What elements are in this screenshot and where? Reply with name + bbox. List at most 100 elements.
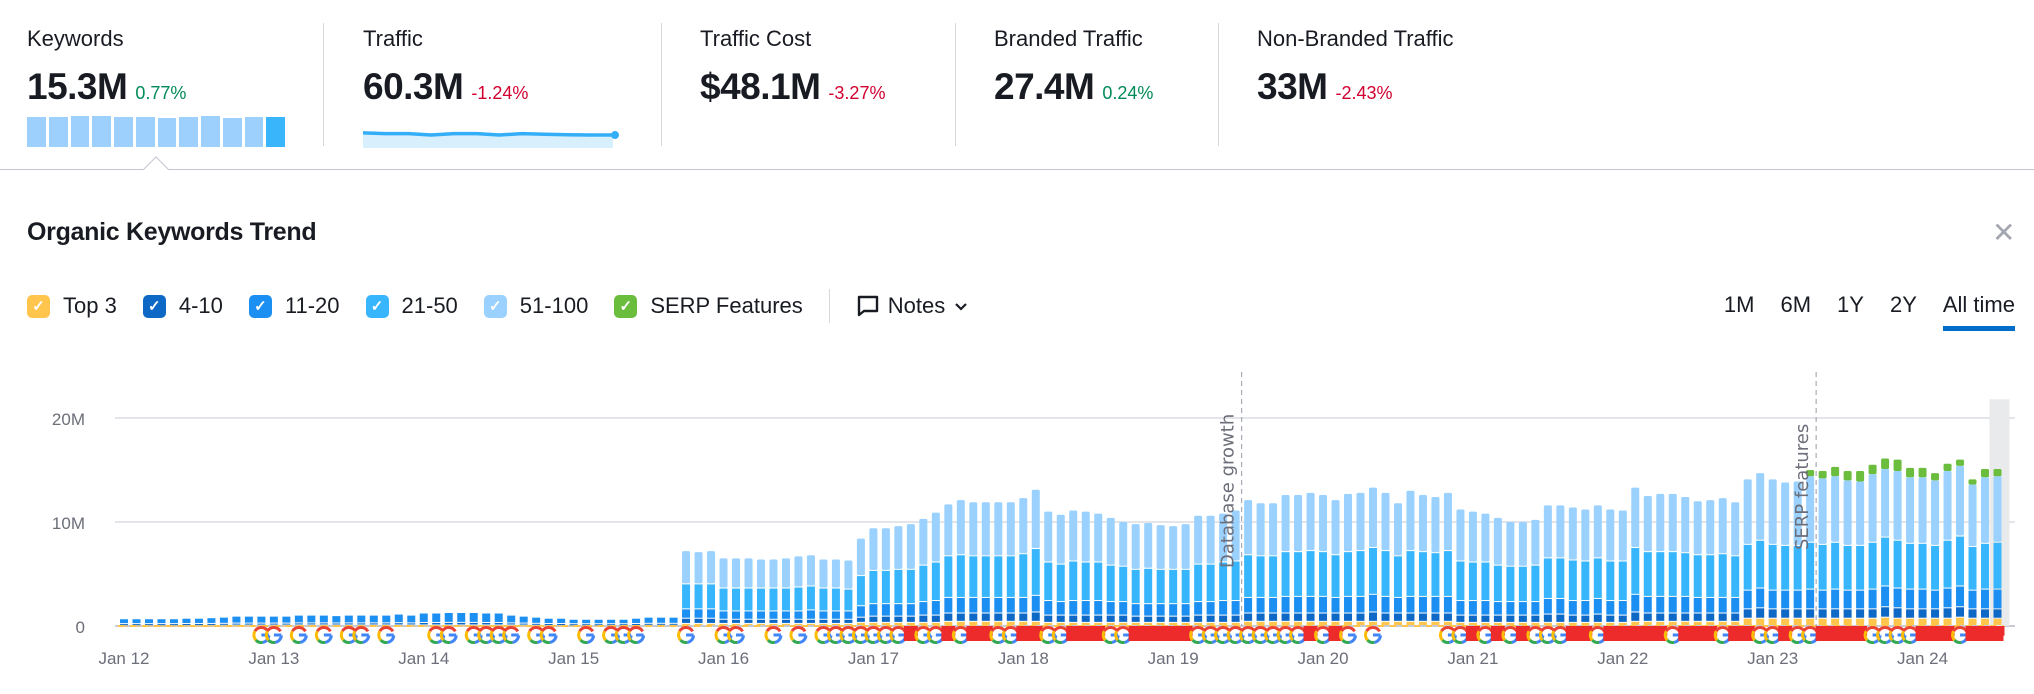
legend-serp-features[interactable]: ✓ SERP Features	[614, 293, 803, 319]
google-arc	[628, 626, 644, 633]
google-arc	[1041, 638, 1050, 644]
bar-segment-top-3	[1369, 621, 1377, 625]
bar-segment-4-10	[144, 624, 153, 626]
sparkline-bar	[135, 116, 155, 147]
bar-segment-21-50	[819, 588, 828, 611]
metric-value: 27.4M	[994, 66, 1095, 107]
checkbox-checked-icon[interactable]: ✓	[27, 294, 50, 318]
metric-branded-traffic[interactable]: Branded Traffic 27.4M 0.24%	[994, 26, 1153, 108]
google-arc	[716, 638, 726, 644]
metric-traffic[interactable]: Traffic 60.3M -1.24%	[363, 26, 528, 108]
bar-segment-4-10	[294, 623, 303, 625]
bar-segment-21-50	[1306, 551, 1315, 596]
bar-segment-4-10	[544, 624, 553, 626]
bar-segment-51-100	[1119, 522, 1128, 566]
bar-segment-4-10	[1756, 608, 1765, 618]
bar-segment-4-10	[1781, 609, 1790, 618]
bar-segment-top-3	[694, 623, 703, 625]
bar-segment-top-3	[956, 621, 965, 625]
bar-segment-top-3	[1706, 621, 1715, 625]
bar-segment-11-20	[1718, 597, 1727, 613]
google-arc	[1903, 638, 1912, 644]
bar-segment-51-100	[844, 560, 853, 589]
bar-segment-51-100	[1731, 502, 1740, 556]
metric-traffic-cost[interactable]: Traffic Cost $48.1M -3.27%	[700, 26, 885, 108]
checkbox-checked-icon[interactable]: ✓	[142, 294, 166, 318]
legend-21-50[interactable]: ✓ 21-50	[365, 293, 458, 319]
x-tick-label: Jan 20	[1298, 649, 1349, 668]
bar-segment-51-100	[1856, 481, 1865, 545]
x-tick-label: Jan 21	[1447, 649, 1498, 668]
range-1m[interactable]: 1M	[1724, 292, 1755, 331]
google-arc	[427, 630, 432, 642]
organic-keywords-chart[interactable]: 0 10M 20M Database growth SERP features Jan 1…	[0, 360, 2034, 694]
range-6m[interactable]: 6M	[1780, 292, 1811, 331]
bar-segment-51-100	[694, 552, 703, 584]
flag-icon	[1915, 626, 1929, 641]
legend-11-20[interactable]: ✓ 11-20	[248, 293, 340, 319]
flag-icon	[1628, 626, 1642, 641]
google-arc	[503, 626, 520, 633]
bar-segment-51-100	[1331, 500, 1340, 555]
google-arc	[577, 630, 582, 642]
legend-top-3[interactable]: ✓ Top 3	[27, 293, 117, 319]
close-icon[interactable]: ✕	[1992, 216, 2015, 249]
bar-segment-21-50	[1381, 551, 1390, 596]
bar-segment-51-100	[1768, 479, 1777, 544]
bar-segment-11-20	[644, 617, 653, 623]
checkbox-checked-icon[interactable]: ✓	[248, 294, 272, 318]
google-arc	[479, 638, 488, 644]
bar-segment-51-100	[1131, 524, 1140, 569]
bar-segment-top-3	[856, 622, 865, 625]
checkbox-checked-icon[interactable]: ✓	[614, 294, 638, 318]
google-arc	[1665, 626, 1681, 633]
google-arc	[1477, 626, 1494, 633]
checkbox-checked-icon[interactable]: ✓	[483, 294, 507, 318]
bar-segment-4-10	[194, 624, 203, 626]
bar-segment-51-100	[819, 559, 828, 588]
bar-segment-21-50	[1968, 546, 1977, 590]
bar-segment-4-10	[1668, 613, 1677, 621]
bar-segment-11-20	[1943, 588, 1952, 608]
bar-segment-11-20	[1931, 590, 1940, 609]
google-arc	[604, 638, 613, 644]
bar-segment-21-50	[1244, 555, 1253, 597]
bar-segment-21-50	[1169, 569, 1178, 604]
bar-segment-4-10	[357, 623, 366, 625]
metric-non-branded-traffic[interactable]: Non-Branded Traffic 33M -2.43%	[1257, 26, 1453, 108]
range-1y[interactable]: 1Y	[1837, 292, 1864, 331]
bar-segment-11-20	[219, 617, 228, 623]
bar-segment-21-50	[806, 586, 815, 610]
bar-segment-51-100	[1319, 494, 1328, 552]
metric-keywords[interactable]: Keywords 15.3M 0.77%	[27, 26, 186, 108]
divider	[955, 23, 956, 146]
bar-segment-11-20	[1319, 596, 1328, 613]
bar-segment-21-50	[1556, 558, 1565, 598]
bar-segment-51-100	[1506, 522, 1515, 566]
bar-segment-top-3	[1606, 622, 1615, 625]
panel-separator	[0, 169, 2034, 170]
bar-segment-4-10	[1656, 613, 1665, 621]
notes-dropdown[interactable]: Notes	[856, 293, 969, 319]
legend-51-100[interactable]: ✓ 51-100	[483, 293, 588, 319]
range-2y[interactable]: 2Y	[1890, 292, 1917, 331]
annotation-label: Database growth	[1218, 414, 1239, 568]
bar-segment-11-20	[881, 604, 890, 616]
bar-segment-51-100	[1443, 492, 1452, 551]
bar-segment-11-20	[1131, 604, 1140, 616]
google-update-icon	[289, 626, 308, 644]
google-arc	[1365, 626, 1381, 633]
bar-segment-4-10	[1868, 609, 1877, 618]
google-arc	[1552, 626, 1569, 633]
bar-segment-21-50	[1481, 562, 1490, 601]
bar-segment-11-20	[182, 618, 191, 624]
range-all-time[interactable]: All time	[1942, 292, 2015, 331]
google-arc	[866, 638, 875, 644]
bar-segment-top-3	[1356, 621, 1365, 625]
checkbox-checked-icon[interactable]: ✓	[365, 294, 389, 318]
bar-segment-serp-features	[1943, 463, 1952, 472]
bar-segment-11-20	[432, 613, 441, 622]
bar-segment-11-20	[507, 615, 516, 623]
bar-segment-21-50	[1781, 545, 1790, 590]
legend-4-10[interactable]: ✓ 4-10	[142, 293, 223, 319]
